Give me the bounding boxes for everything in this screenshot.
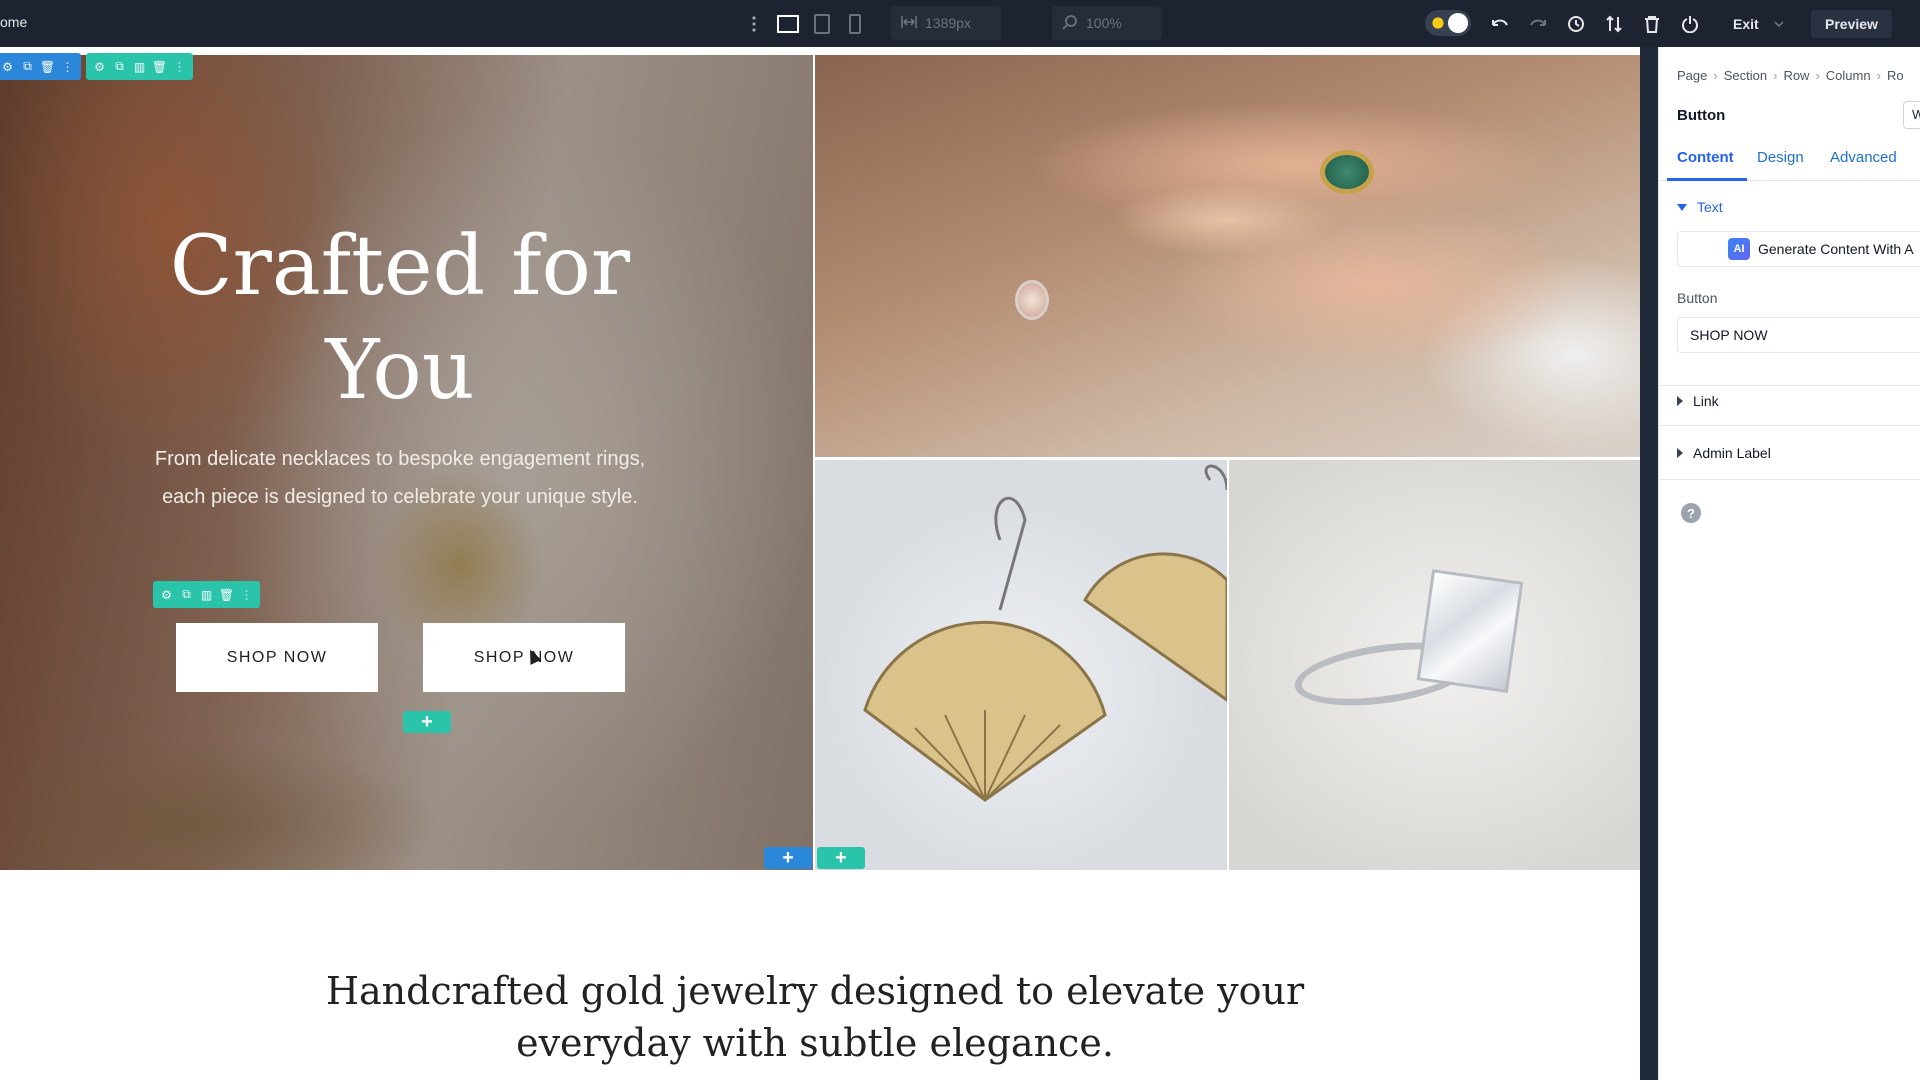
add-module-button[interactable]: + — [403, 711, 451, 733]
earrings-image — [815, 460, 1227, 870]
breadcrumb-item[interactable]: Page — [1677, 68, 1707, 83]
builder-toolbar: ome 1389px 100% Exit Preview — [0, 0, 1920, 47]
phone-view-icon[interactable] — [843, 12, 867, 36]
diamond-ring-image — [1229, 460, 1640, 870]
panel-title: Button — [1677, 107, 1726, 124]
caret-down-icon — [1677, 203, 1687, 211]
undo-icon[interactable] — [1488, 12, 1512, 36]
ring-gem — [1416, 569, 1524, 693]
kebab-icon[interactable] — [742, 12, 766, 36]
shop-now-button-2[interactable]: SHOP NOW — [423, 623, 625, 692]
breadcrumb: Page › Section › Row › Column › Ro — [1677, 68, 1904, 83]
tab-design[interactable]: Design — [1757, 149, 1804, 166]
toggle-knob — [1448, 13, 1468, 33]
sun-icon — [1432, 17, 1444, 29]
trash-icon[interactable]: 🗑 — [40, 59, 55, 74]
admin-label-section-label: Admin Label — [1693, 445, 1771, 461]
duplicate-icon[interactable]: ⧉ — [112, 59, 127, 74]
kebab-icon[interactable]: ⋮ — [60, 59, 75, 74]
ring-stone — [1320, 150, 1374, 194]
help-icon[interactable]: ? — [1681, 503, 1701, 523]
trash-icon[interactable]: 🗑 — [219, 587, 234, 602]
settings-panel: Page› Section› Row› Column› Ro Button W … — [1658, 47, 1920, 1080]
power-icon[interactable] — [1678, 12, 1702, 36]
ring-stone — [1015, 280, 1049, 320]
zoom-icon — [1062, 14, 1078, 33]
generate-ai-label: Generate Content With A — [1758, 241, 1914, 257]
columns-icon[interactable]: ▥ — [132, 59, 147, 74]
duplicate-icon[interactable]: ⧉ — [20, 59, 35, 74]
columns-icon[interactable]: ▥ — [199, 587, 214, 602]
width-icon — [901, 15, 917, 32]
ai-icon: AI — [1728, 238, 1750, 260]
button-module-toolbar: ⚙ ⧉ ▥ 🗑 ⋮ — [153, 581, 260, 608]
hero-column[interactable]: Crafted for You From delicate necklaces … — [0, 55, 813, 870]
tablet-view-icon[interactable] — [810, 12, 834, 36]
panel-tabs: Content Design Advanced — [1659, 137, 1920, 181]
gear-icon[interactable]: ⚙ — [159, 587, 174, 602]
caret-right-icon — [1677, 448, 1683, 458]
admin-label-section-toggle[interactable]: Admin Label — [1677, 445, 1771, 461]
text-section-label: Text — [1697, 199, 1723, 215]
tab-advanced[interactable]: Advanced — [1830, 149, 1897, 166]
link-section-label: Link — [1693, 393, 1719, 409]
duplicate-icon[interactable]: ⧉ — [179, 587, 194, 602]
hero-subtitle: From delicate necklaces to bespoke engag… — [154, 448, 646, 508]
kebab-icon[interactable]: ⋮ — [172, 59, 187, 74]
active-tab-indicator — [1667, 178, 1747, 181]
button-text-label: Button — [1677, 290, 1718, 306]
desktop-view-icon[interactable] — [776, 12, 800, 36]
width-field[interactable]: 1389px — [891, 6, 1001, 40]
theme-toggle[interactable] — [1425, 10, 1471, 36]
redo-icon[interactable] — [1526, 12, 1550, 36]
divider — [1659, 425, 1920, 426]
section-toolbar: ⚙ ⧉ 🗑 ⋮ — [0, 53, 81, 80]
panel-title-box[interactable]: W — [1903, 101, 1920, 129]
divider — [1659, 385, 1920, 386]
shop-now-button-1[interactable]: SHOP NOW — [176, 623, 378, 692]
divider — [1659, 479, 1920, 480]
gear-icon[interactable]: ⚙ — [92, 59, 107, 74]
breadcrumb-item[interactable]: Row — [1783, 68, 1809, 83]
width-readout: 1389px — [925, 15, 971, 31]
gear-icon[interactable]: ⚙ — [0, 59, 15, 74]
breadcrumb-item[interactable]: Section — [1724, 68, 1767, 83]
generate-ai-content-button[interactable]: AI Generate Content With A — [1677, 231, 1920, 267]
trash-icon[interactable]: 🗑 — [152, 59, 167, 74]
builder-canvas: ⚙ ⧉ 🗑 ⋮ ⚙ ⧉ ▥ 🗑 ⋮ Crafted for You From d… — [0, 47, 1640, 1080]
tagline-text: Handcrafted gold jewelry designed to ele… — [325, 969, 1305, 1065]
sort-icon[interactable] — [1602, 12, 1626, 36]
preview-button[interactable]: Preview — [1811, 10, 1892, 38]
hands-rings-image — [815, 55, 1640, 457]
tab-content[interactable]: Content — [1677, 149, 1734, 166]
exit-button[interactable]: Exit — [1733, 10, 1759, 38]
history-icon[interactable] — [1564, 12, 1588, 36]
breadcrumb-item[interactable]: Ro — [1887, 68, 1904, 83]
row-toolbar: ⚙ ⧉ ▥ 🗑 ⋮ — [86, 53, 193, 80]
button-text-input[interactable]: SHOP NOW — [1677, 317, 1920, 353]
earrings-illustration — [863, 464, 1227, 802]
caret-right-icon — [1677, 396, 1683, 406]
kebab-icon[interactable]: ⋮ — [239, 587, 254, 602]
add-row-button[interactable]: + — [817, 847, 865, 869]
add-section-button[interactable]: + — [764, 847, 812, 869]
chevron-down-icon[interactable] — [1772, 12, 1786, 36]
zoom-readout: 100% — [1086, 15, 1122, 31]
home-link[interactable]: ome — [0, 14, 27, 30]
text-section-toggle[interactable]: Text — [1677, 199, 1723, 215]
hero-title: Crafted for You — [169, 219, 631, 418]
zoom-field[interactable]: 100% — [1052, 6, 1162, 40]
trash-icon[interactable] — [1640, 12, 1664, 36]
link-section-toggle[interactable]: Link — [1677, 393, 1719, 409]
breadcrumb-item[interactable]: Column — [1826, 68, 1871, 83]
